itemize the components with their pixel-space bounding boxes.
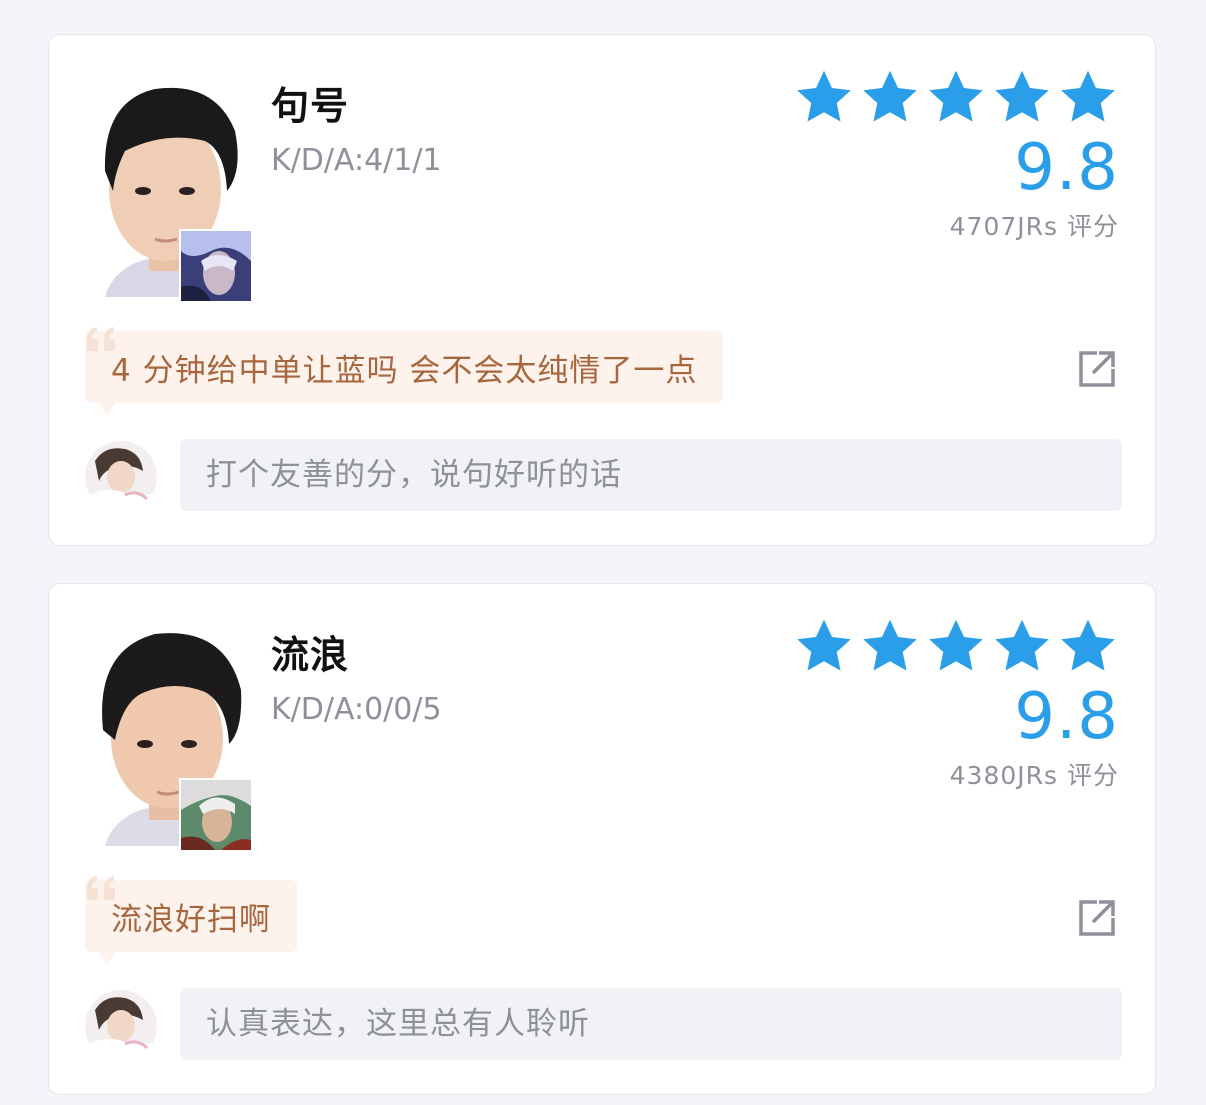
star-icon[interactable] (991, 67, 1053, 127)
star-icon[interactable] (859, 67, 921, 127)
rating-score: 9.8 (1014, 680, 1119, 754)
bubble-tail (97, 401, 117, 415)
star-icon[interactable] (1057, 67, 1119, 127)
vote-count: 4707JRs 评分 (949, 212, 1119, 241)
user-avatar[interactable] (85, 441, 157, 513)
star-icon[interactable] (793, 67, 855, 127)
rating-score: 9.8 (1014, 131, 1119, 205)
star-icon[interactable] (1057, 616, 1119, 676)
vote-count: 4380JRs 评分 (949, 761, 1119, 790)
hot-comment-text: 4 分钟给中单让蓝吗 会不会太纯情了一点 (111, 352, 698, 389)
player-rating-card[interactable]: 句号 K/D/A:4/1/1 9.8 4707JRs 评分 4 分钟给中单让蓝吗… (48, 34, 1156, 546)
comment-input[interactable] (180, 439, 1122, 511)
hot-comment-bubble[interactable]: 流浪好扫啊 (85, 876, 297, 964)
bubble-tail (97, 950, 117, 964)
star-rating[interactable] (793, 67, 1119, 127)
hot-comment-text: 流浪好扫啊 (111, 901, 271, 938)
player-rating-card[interactable]: 流浪 K/D/A:0/0/5 9.8 4380JRs 评分 流浪好扫啊 (48, 583, 1156, 1095)
player-name: 流浪 (271, 633, 350, 677)
star-icon[interactable] (991, 616, 1053, 676)
quote-icon (87, 327, 115, 351)
hero-portrait-icon (179, 229, 253, 303)
player-name: 句号 (271, 84, 350, 128)
kda-stats: K/D/A:4/1/1 (271, 143, 442, 178)
kda-stats: K/D/A:0/0/5 (271, 692, 442, 727)
star-icon[interactable] (793, 616, 855, 676)
share-icon[interactable] (1077, 349, 1117, 389)
star-icon[interactable] (925, 67, 987, 127)
user-avatar[interactable] (85, 990, 157, 1062)
share-icon[interactable] (1077, 898, 1117, 938)
comment-input[interactable] (180, 988, 1122, 1060)
star-rating[interactable] (793, 616, 1119, 676)
quote-icon (87, 876, 115, 900)
star-icon[interactable] (925, 616, 987, 676)
hot-comment-bubble[interactable]: 4 分钟给中单让蓝吗 会不会太纯情了一点 (85, 327, 724, 415)
hero-portrait-icon (179, 778, 253, 852)
star-icon[interactable] (859, 616, 921, 676)
